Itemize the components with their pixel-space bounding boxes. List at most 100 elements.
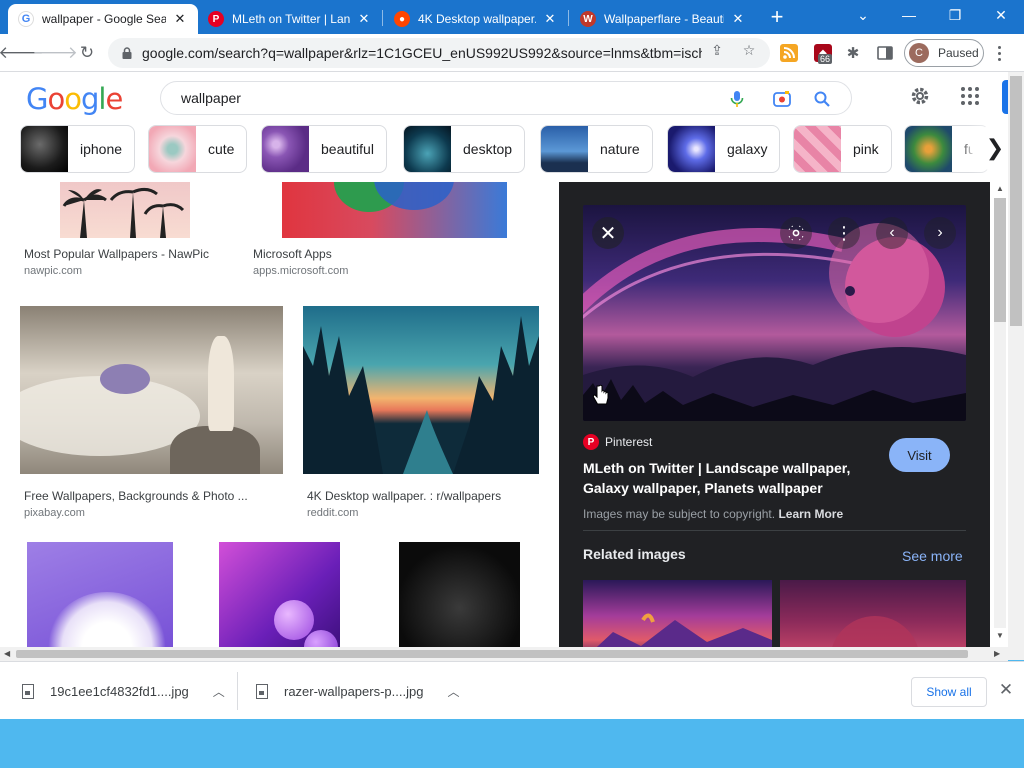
browser-toolbar: 🡐 🡒 ↻ google.com/search?q=wallpaper&rlz=… xyxy=(0,34,1024,72)
result-image-purple-spheres[interactable] xyxy=(219,542,340,647)
tab-pinterest[interactable]: P MLeth on Twitter | Landscape wallpaper… xyxy=(198,4,382,34)
apps-grid-icon[interactable] xyxy=(958,84,982,108)
close-icon[interactable]: ✕ xyxy=(542,11,558,27)
forward-button[interactable]: 🡒 xyxy=(32,40,78,66)
more-options-icon[interactable]: ⋮ xyxy=(828,217,860,249)
chip-thumbnail xyxy=(21,126,68,172)
see-more-link[interactable]: See more xyxy=(902,548,963,564)
learn-more-link[interactable]: Learn More xyxy=(778,507,843,521)
bookmark-star-icon[interactable]: ☆ xyxy=(740,41,758,59)
chip-thumbnail xyxy=(541,126,588,172)
chip-label: nature xyxy=(600,141,640,157)
profile-button[interactable]: C Paused xyxy=(904,39,984,67)
result-image-microsoft[interactable] xyxy=(282,182,507,238)
avatar: C xyxy=(909,43,929,63)
fur-ball-shape xyxy=(47,592,167,647)
close-window-button[interactable]: ✕ xyxy=(978,0,1024,30)
scroll-thumb[interactable] xyxy=(994,198,1006,322)
figure-shape xyxy=(208,336,234,431)
result-image-nawpic[interactable] xyxy=(60,182,190,238)
tab-wallpaperflare[interactable]: W Wallpaperflare - Beautiful ✕ xyxy=(570,4,756,34)
result-image-reddit[interactable] xyxy=(303,306,539,474)
result-caption[interactable]: Free Wallpapers, Backgrounds & Photo ... xyxy=(24,489,248,503)
result-image-purple-fur[interactable] xyxy=(27,542,173,647)
chip-beautiful[interactable]: beautiful xyxy=(261,125,387,173)
page-scrollbar[interactable] xyxy=(1008,72,1024,660)
lens-search-icon[interactable] xyxy=(780,217,812,249)
file-icon xyxy=(22,683,34,699)
download-item[interactable]: razer-wallpapers-p....jpg ︿ xyxy=(256,662,459,720)
address-bar[interactable]: google.com/search?q=wallpaper&rlz=1C1GCE… xyxy=(108,38,770,68)
result-image-pixabay[interactable] xyxy=(20,306,283,474)
close-icon[interactable]: ✕ xyxy=(172,11,188,27)
result-caption[interactable]: Microsoft Apps xyxy=(253,247,332,261)
tab-search-button[interactable]: ⌄ xyxy=(840,0,886,30)
chip-pink[interactable]: pink xyxy=(793,125,892,173)
visit-button[interactable]: Visit xyxy=(889,438,950,472)
rss-icon[interactable] xyxy=(780,44,798,62)
result-source: apps.microsoft.com xyxy=(253,265,349,277)
close-download-bar-icon[interactable]: ✕ xyxy=(996,680,1016,700)
chip-iphone[interactable]: iphone xyxy=(20,125,136,173)
forest-silhouette xyxy=(303,316,539,474)
chip-thumbnail xyxy=(262,126,309,172)
settings-gear-icon[interactable] xyxy=(908,84,932,108)
download-filename: razer-wallpapers-p....jpg xyxy=(284,683,424,699)
wallpaperflare-icon: W xyxy=(580,11,596,27)
search-box[interactable]: wallpaper xyxy=(160,81,852,115)
result-source: nawpic.com xyxy=(24,265,83,277)
camera-lens-icon[interactable] xyxy=(773,90,791,108)
url-text: google.com/search?q=wallpaper&rlz=1C1GCE… xyxy=(142,45,702,61)
chip-thumbnail xyxy=(668,126,715,172)
scroll-up-arrow[interactable]: ▲ xyxy=(996,184,1004,193)
chip-label: iphone xyxy=(80,141,123,157)
result-source: pixabay.com xyxy=(24,507,85,519)
chip-cute[interactable]: cute xyxy=(148,125,248,173)
chevron-up-icon[interactable]: ︿ xyxy=(213,683,225,700)
close-icon[interactable]: ✕ xyxy=(356,11,372,27)
result-image-dark-space[interactable] xyxy=(399,542,520,647)
preview-image[interactable] xyxy=(583,205,966,421)
tab-title: Wallpaperflare - Beautiful xyxy=(604,12,724,26)
maximize-button[interactable]: ❐ xyxy=(932,0,978,30)
close-preview-button[interactable]: ✕ xyxy=(592,217,624,249)
tab-strip: G wallpaper - Google Search ✕ P MLeth on… xyxy=(0,0,1024,34)
chevron-up-icon[interactable]: ︿ xyxy=(447,683,459,700)
result-caption[interactable]: Most Popular Wallpapers - NawPic xyxy=(24,247,209,261)
chip-galaxy[interactable]: galaxy xyxy=(667,125,781,173)
share-icon[interactable]: ⇪ xyxy=(708,41,726,59)
next-image-button[interactable]: › xyxy=(924,217,956,249)
scroll-thumb[interactable] xyxy=(1010,76,1022,326)
search-input[interactable]: wallpaper xyxy=(181,90,241,106)
chip-nature[interactable]: nature xyxy=(540,125,653,173)
chip-desktop[interactable]: desktop xyxy=(403,125,526,173)
puzzle-extensions-icon[interactable]: ✱ xyxy=(844,44,862,62)
horizontal-scrollbar[interactable]: ◀ ▶ xyxy=(0,647,1008,661)
more-menu-icon[interactable] xyxy=(998,46,1002,64)
google-header: Google wallpaper iphone cute beautiful d… xyxy=(0,72,1024,182)
result-caption[interactable]: 4K Desktop wallpaper. : r/wallpapers xyxy=(307,489,501,503)
reload-button[interactable]: ↻ xyxy=(74,40,100,66)
side-panel-icon[interactable] xyxy=(876,44,894,62)
back-button[interactable]: 🡐 xyxy=(0,40,44,66)
scroll-thumb[interactable] xyxy=(16,650,968,658)
preview-title[interactable]: MLeth on Twitter | Landscape wallpaper, … xyxy=(583,458,883,498)
minimize-button[interactable]: — xyxy=(886,0,932,30)
related-image-mountains[interactable] xyxy=(583,580,772,647)
previous-image-button[interactable]: ‹ xyxy=(876,217,908,249)
chip-thumbnail xyxy=(794,126,841,172)
result-site[interactable]: P Pinterest xyxy=(583,434,652,450)
close-icon[interactable]: ✕ xyxy=(730,11,746,27)
show-all-downloads-button[interactable]: Show all xyxy=(911,677,987,707)
google-logo[interactable]: Google xyxy=(26,82,123,116)
search-icon[interactable] xyxy=(813,90,831,108)
scroll-left-arrow[interactable]: ◀ xyxy=(4,649,10,658)
scroll-down-arrow[interactable]: ▼ xyxy=(996,631,1004,640)
related-image-planet[interactable] xyxy=(780,580,966,647)
tab-reddit[interactable]: ● 4K Desktop wallpaper. : r/wallpapers ✕ xyxy=(384,4,568,34)
scroll-right-arrow[interactable]: ▶ xyxy=(994,649,1000,658)
tab-google-search[interactable]: G wallpaper - Google Search ✕ xyxy=(8,4,198,34)
new-tab-button[interactable]: + xyxy=(764,5,790,31)
microphone-icon[interactable] xyxy=(728,90,746,108)
download-item[interactable]: 19c1ee1cf4832fd1....jpg ︿ xyxy=(22,662,225,720)
